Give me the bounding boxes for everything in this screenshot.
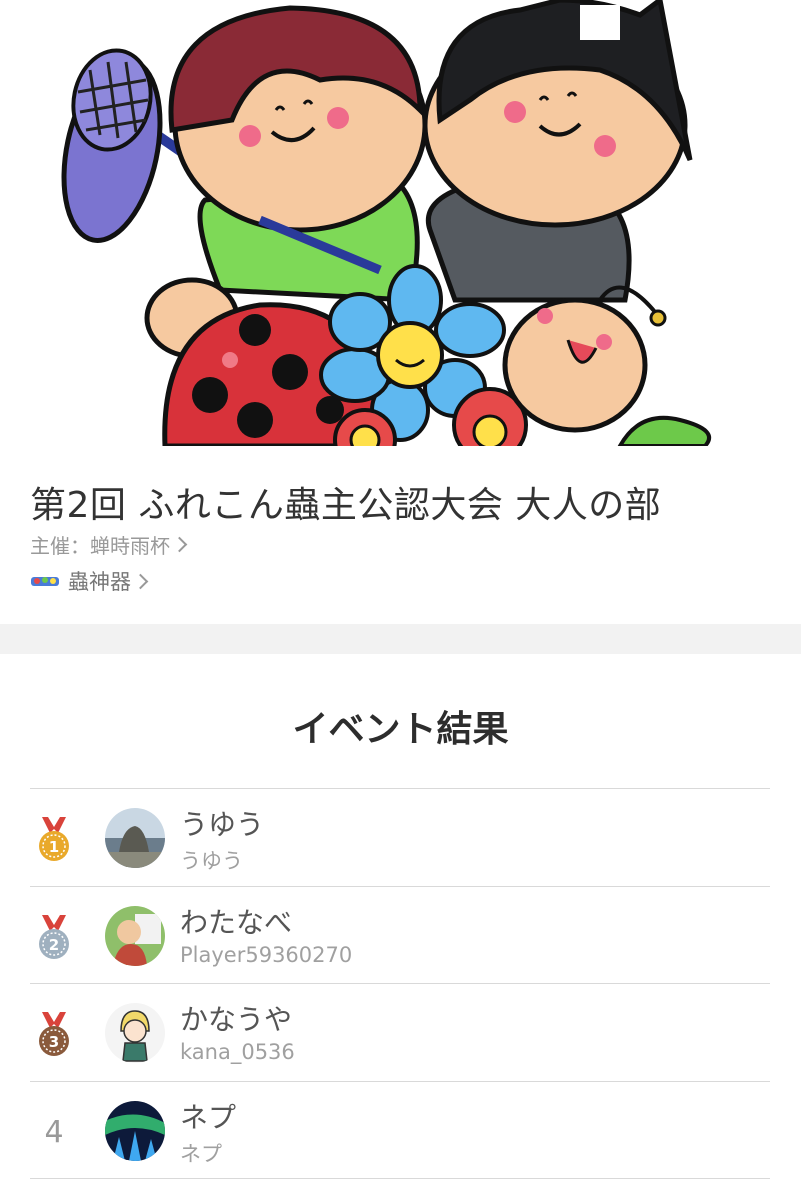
boy-right-illustration — [422, 0, 693, 303]
gold-medal-icon: 1 — [34, 817, 74, 863]
avatar[interactable] — [105, 1003, 165, 1063]
player-id: うゆう — [180, 849, 243, 873]
organizer-label: 主催：蝉時雨杯 — [30, 534, 170, 558]
results-section: イベント結果 1 うゆう うゆう 2 わたなべ Player59360270 3… — [0, 654, 801, 1200]
event-banner-image — [0, 0, 801, 446]
game-label: 蟲神器 — [68, 570, 131, 594]
bronze-medal-icon: 3 — [34, 1012, 74, 1058]
medal-rank-number: 3 — [49, 1033, 59, 1051]
avatar[interactable] — [105, 1100, 165, 1161]
medal-rank-number: 2 — [49, 936, 59, 954]
section-divider — [0, 624, 801, 654]
results-list: 1 うゆう うゆう 2 わたなべ Player59360270 3 かなうや k… — [30, 788, 770, 1179]
player-name: かなうや — [180, 1003, 293, 1036]
player-name: うゆう — [180, 808, 265, 841]
player-name: ネプ — [180, 1100, 237, 1134]
rank-number-text: 4 — [44, 1115, 64, 1150]
game-logo-icon — [31, 577, 59, 586]
chevron-right-icon — [171, 536, 188, 553]
result-row[interactable]: 3 かなうや kana_0536 — [30, 984, 770, 1082]
banner-illustration — [61, 0, 712, 446]
player-name: わたなべ — [180, 905, 293, 939]
result-row[interactable]: 1 うゆう うゆう — [30, 789, 770, 887]
silver-medal-icon: 2 — [34, 914, 74, 961]
avatar[interactable] — [105, 905, 165, 966]
boy-left-illustration — [168, 5, 428, 303]
player-id: kana_0536 — [180, 1040, 295, 1064]
player-id: ネプ — [180, 1141, 222, 1166]
organizer-link[interactable]: 主催：蝉時雨杯 — [30, 530, 188, 559]
medal-rank-number: 1 — [49, 838, 59, 856]
game-link[interactable]: 蟲神器 — [30, 566, 149, 596]
result-row[interactable]: 4 ネプ ネプ — [30, 1082, 770, 1179]
event-title: 第2回 ふれこん蟲主公認大会 大人の部 — [30, 485, 662, 526]
chevron-right-icon — [132, 573, 149, 589]
event-header: 第2回 ふれこん蟲主公認大会 大人の部 主催：蝉時雨杯 蟲神器 — [0, 446, 801, 624]
caterpillar-illustration — [502, 285, 712, 446]
result-row[interactable]: 2 わたなべ Player59360270 — [30, 887, 770, 984]
rank-number: 4 — [34, 1110, 74, 1156]
player-id: Player59360270 — [180, 942, 353, 967]
results-heading: イベント結果 — [292, 709, 509, 750]
avatar[interactable] — [105, 808, 165, 868]
